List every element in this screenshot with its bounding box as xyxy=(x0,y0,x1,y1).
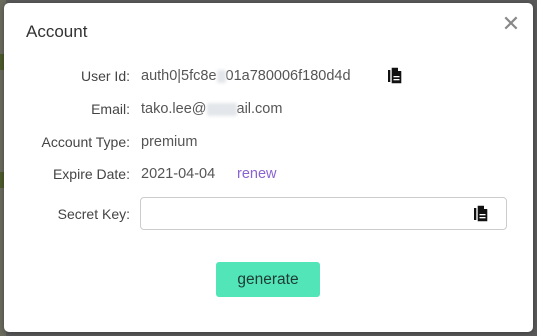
expire-date-value: 2021-04-04 xyxy=(141,166,216,182)
expire-date-label: Expire Date: xyxy=(52,166,130,182)
account-type-label: Account Type: xyxy=(41,134,130,150)
user-id-value-start: auth0|5fc8e xyxy=(141,68,217,84)
user-id-value-end: 01a780006f180d4d xyxy=(225,68,351,84)
email-label: Email: xyxy=(91,101,130,117)
email-value-end: ail.com xyxy=(236,101,283,117)
copy-user-id-icon[interactable] xyxy=(385,66,403,86)
user-id-row: User Id: auth0|5fc8e 01a780006f180d4d xyxy=(4,65,533,87)
account-modal: Account ✕ User Id: auth0|5fc8e 01a780006… xyxy=(4,3,533,332)
expire-date-row: Expire Date: 2021-04-04 renew xyxy=(4,163,533,185)
secret-key-label: Secret Key: xyxy=(57,206,130,222)
modal-title: Account xyxy=(26,22,88,41)
email-value: tako.lee@ ail.com xyxy=(141,98,282,120)
secret-key-field[interactable] xyxy=(140,197,507,230)
redacted-segment xyxy=(206,102,237,116)
user-id-label: User Id: xyxy=(80,68,130,84)
renew-link[interactable]: renew xyxy=(237,163,277,185)
email-value-start: tako.lee@ xyxy=(141,101,207,117)
generate-button[interactable]: generate xyxy=(216,262,320,297)
copy-secret-key-icon[interactable] xyxy=(471,204,489,224)
user-id-value: auth0|5fc8e 01a780006f180d4d xyxy=(141,65,351,87)
account-type-row: Account Type: premium xyxy=(4,131,533,153)
redacted-segment xyxy=(216,69,226,83)
close-icon[interactable]: ✕ xyxy=(502,13,520,35)
email-row: Email: tako.lee@ ail.com xyxy=(4,98,533,120)
account-type-value: premium xyxy=(141,134,198,150)
